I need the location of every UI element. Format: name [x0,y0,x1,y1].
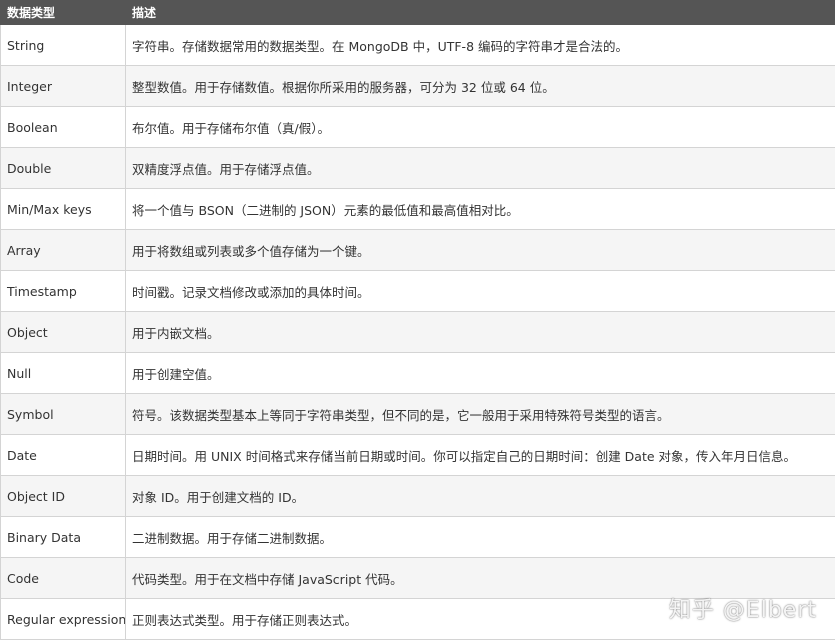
description-cell: 时间戳。记录文档修改或添加的具体时间。 [125,270,835,312]
type-cell: Symbol [0,393,126,435]
description-cell: 整型数值。用于存储数值。根据你所采用的服务器，可分为 32 位或 64 位。 [125,65,835,107]
table-header-row: 数据类型 描述 [0,0,835,25]
table-row: Double 双精度浮点值。用于存储浮点值。 [0,147,835,189]
type-cell: String [0,24,126,66]
type-cell: Min/Max keys [0,188,126,230]
table-row: Boolean 布尔值。用于存储布尔值（真/假）。 [0,106,835,148]
type-cell: Object ID [0,475,126,517]
description-cell: 用于内嵌文档。 [125,311,835,353]
header-type: 数据类型 [0,0,126,25]
watermark: 知乎 @Elbert [668,598,817,623]
table-row: Object ID 对象 ID。用于创建文档的 ID。 [0,475,835,517]
description-cell: 日期时间。用 UNIX 时间格式来存储当前日期或时间。你可以指定自己的日期时间：… [125,434,835,476]
table-row: Integer 整型数值。用于存储数值。根据你所采用的服务器，可分为 32 位或 … [0,65,835,107]
description-cell: 符号。该数据类型基本上等同于字符串类型，但不同的是，它一般用于采用特殊符号类型的… [125,393,835,435]
description-cell: 用于将数组或列表或多个值存储为一个键。 [125,229,835,271]
type-cell: Double [0,147,126,189]
type-cell: Date [0,434,126,476]
table-row: String 字符串。存储数据常用的数据类型。在 MongoDB 中，UTF-8 … [0,24,835,66]
type-cell: Code [0,557,126,599]
description-cell: 双精度浮点值。用于存储浮点值。 [125,147,835,189]
description-cell: 对象 ID。用于创建文档的 ID。 [125,475,835,517]
type-cell: Object [0,311,126,353]
table-row: Binary Data 二进制数据。用于存储二进制数据。 [0,516,835,558]
description-cell: 字符串。存储数据常用的数据类型。在 MongoDB 中，UTF-8 编码的字符串… [125,24,835,66]
description-cell: 二进制数据。用于存储二进制数据。 [125,516,835,558]
description-cell: 布尔值。用于存储布尔值（真/假）。 [125,106,835,148]
table-row: Timestamp 时间戳。记录文档修改或添加的具体时间。 [0,270,835,312]
table-row: Symbol 符号。该数据类型基本上等同于字符串类型，但不同的是，它一般用于采用特… [0,393,835,435]
type-cell: Binary Data [0,516,126,558]
description-cell: 将一个值与 BSON（二进制的 JSON）元素的最低值和最高值相对比。 [125,188,835,230]
type-cell: Integer [0,65,126,107]
type-cell: Regular expression [0,598,126,640]
table-row: Object 用于内嵌文档。 [0,311,835,353]
table-row: Min/Max keys 将一个值与 BSON（二进制的 JSON）元素的最低值和… [0,188,835,230]
type-cell: Boolean [0,106,126,148]
description-cell: 用于创建空值。 [125,352,835,394]
data-types-table: 数据类型 描述 String 字符串。存储数据常用的数据类型。在 MongoDB … [0,0,835,640]
header-description: 描述 [125,0,835,25]
table-row: Date 日期时间。用 UNIX 时间格式来存储当前日期或时间。你可以指定自己的日… [0,434,835,476]
type-cell: Null [0,352,126,394]
table-row: Array 用于将数组或列表或多个值存储为一个键。 [0,229,835,271]
table-row: Null 用于创建空值。 [0,352,835,394]
type-cell: Timestamp [0,270,126,312]
type-cell: Array [0,229,126,271]
